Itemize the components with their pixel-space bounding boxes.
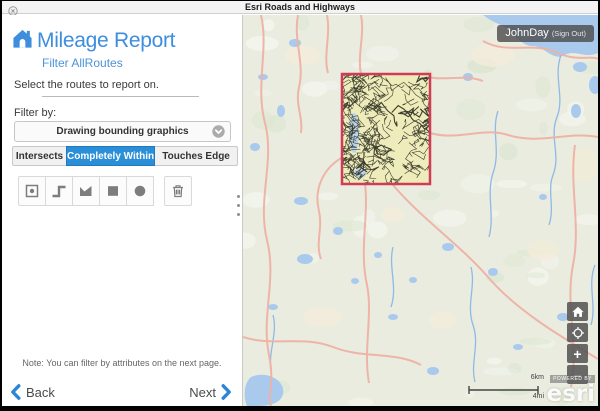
- scalebar-mi-label: 4mi: [533, 393, 544, 400]
- sign-out-link[interactable]: (Sign Out): [552, 29, 586, 38]
- house-icon: [11, 28, 34, 54]
- draw-rectangle-button[interactable]: [99, 176, 127, 206]
- filter-by-label: Filter by:: [14, 107, 56, 119]
- divider: [42, 96, 199, 97]
- tab-intersects[interactable]: Intersects: [12, 146, 67, 166]
- polygon-tool-icon: [78, 183, 94, 199]
- back-label: Back: [26, 385, 55, 400]
- chevron-left-icon: [10, 384, 21, 400]
- back-button[interactable]: Back: [10, 384, 55, 400]
- esri-logo: POWERED BY esri: [546, 367, 595, 403]
- chevron-down-icon: [212, 125, 225, 138]
- next-label: Next: [189, 385, 216, 400]
- locate-icon: [571, 326, 585, 340]
- spatial-relation-tabs: Intersects Completely Within Touches Edg…: [12, 146, 238, 166]
- mileage-report-panel: Mileage Report Filter AllRoutes Select t…: [2, 15, 243, 406]
- scalebar-km-label: 6km: [531, 374, 544, 381]
- selection-rectangle[interactable]: [342, 74, 430, 184]
- map-view[interactable]: JohnDay (Sign Out) + – 6km 4mi POWERED B…: [243, 15, 598, 406]
- map-canvas[interactable]: [243, 15, 598, 406]
- trash-icon: [170, 183, 186, 199]
- panel-header: Mileage Report: [11, 28, 175, 54]
- scalebar-line: [468, 382, 540, 400]
- titlebar: Esri Roads and Highways: [2, 1, 598, 14]
- circle-tool-icon: [132, 183, 148, 199]
- draw-polygon-button[interactable]: [72, 176, 100, 206]
- app-title: Esri Roads and Highways: [2, 1, 598, 14]
- draw-circle-button[interactable]: [126, 176, 154, 206]
- clear-graphics-button[interactable]: [164, 176, 192, 206]
- panel-collapse-handle[interactable]: [237, 195, 240, 216]
- locate-button[interactable]: [567, 323, 588, 342]
- polyline-tool-icon: [51, 183, 67, 199]
- page-title: Mileage Report: [37, 29, 175, 53]
- wizard-nav: Back Next: [10, 383, 232, 401]
- home-icon: [571, 305, 585, 319]
- close-icon[interactable]: [8, 3, 18, 13]
- note-text: Note: You can filter by attributes on th…: [2, 358, 242, 368]
- esri-brand: esri: [546, 385, 595, 403]
- home-button[interactable]: [567, 302, 588, 321]
- user-name: JohnDay: [505, 27, 548, 39]
- tab-completely-within[interactable]: Completely Within: [66, 146, 155, 166]
- app-window: Esri Roads and Highways Mileage Report F…: [2, 1, 598, 406]
- dropdown-selected-value: Drawing bounding graphics: [15, 126, 230, 137]
- user-button[interactable]: JohnDay (Sign Out): [497, 25, 594, 42]
- draw-point-button[interactable]: [18, 176, 46, 206]
- instruction-text: Select the routes to report on.: [14, 79, 159, 91]
- draw-toolbar: [18, 176, 192, 206]
- tab-touches-edge[interactable]: Touches Edge: [154, 146, 238, 166]
- filter-method-dropdown[interactable]: Drawing bounding graphics: [14, 121, 231, 142]
- chevron-right-icon: [221, 384, 232, 400]
- zoom-in-button[interactable]: +: [567, 344, 588, 363]
- rectangle-tool-icon: [105, 183, 121, 199]
- point-tool-icon: [24, 183, 40, 199]
- scalebar: 6km 4mi: [468, 374, 546, 400]
- page-subtitle: Filter AllRoutes: [42, 56, 123, 70]
- next-button[interactable]: Next: [189, 384, 232, 400]
- draw-polyline-button[interactable]: [45, 176, 73, 206]
